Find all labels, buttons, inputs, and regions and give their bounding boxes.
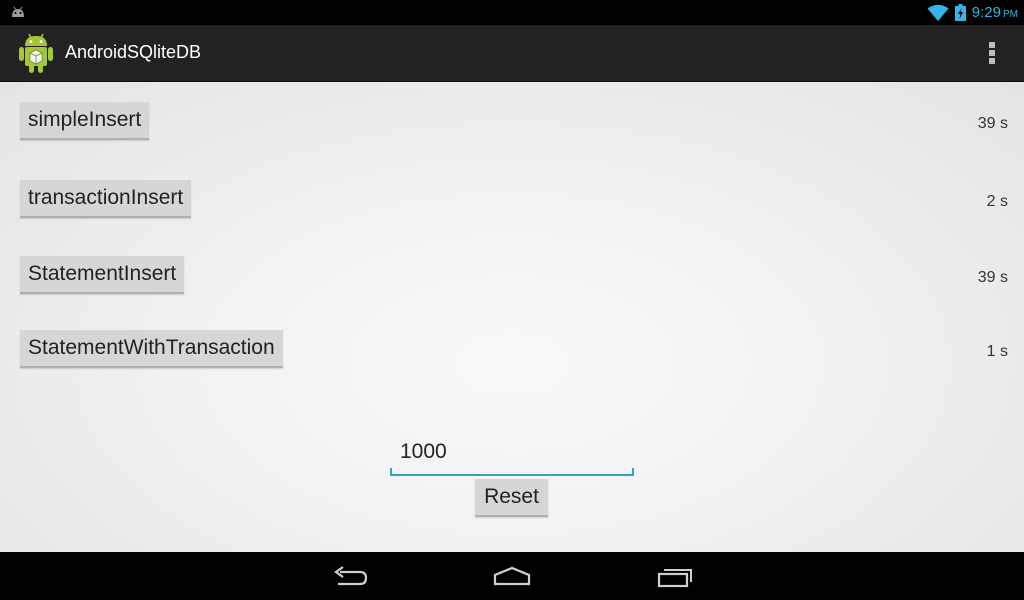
menu-dot bbox=[989, 58, 995, 64]
app-title: AndroidSQliteDB bbox=[65, 42, 202, 62]
android-screen: 9:29 PM AndroidSQliteDB simpleInsert 39 … bbox=[0, 0, 1024, 600]
home-icon[interactable] bbox=[492, 564, 532, 590]
back-icon[interactable] bbox=[330, 564, 370, 590]
statement-insert-time: 39 s bbox=[977, 269, 1008, 286]
reset-button[interactable]: Reset bbox=[475, 479, 548, 517]
overflow-menu-icon[interactable] bbox=[980, 39, 1004, 67]
battery-charging-icon bbox=[954, 4, 966, 21]
statement-with-transaction-button[interactable]: StatementWithTransaction bbox=[20, 330, 283, 368]
clock-time: 9:29 bbox=[971, 4, 1001, 21]
statement-with-transaction-time: 1 s bbox=[986, 343, 1008, 360]
input-underline bbox=[390, 468, 634, 476]
transaction-insert-time: 2 s bbox=[986, 193, 1008, 210]
recent-apps-icon[interactable] bbox=[655, 564, 695, 590]
navigation-bar bbox=[0, 552, 1024, 600]
simple-insert-time: 39 s bbox=[977, 115, 1008, 132]
transaction-insert-button[interactable]: transactionInsert bbox=[20, 180, 192, 218]
menu-dot bbox=[989, 42, 995, 48]
status-bar: 9:29 PM bbox=[0, 0, 1024, 25]
record-count-input[interactable]: 1000 bbox=[390, 434, 634, 470]
status-clock: 9:29 PM bbox=[972, 4, 1018, 21]
wifi-icon bbox=[927, 4, 949, 21]
statement-insert-button[interactable]: StatementInsert bbox=[20, 256, 185, 294]
action-bar: AndroidSQliteDB bbox=[0, 25, 1024, 82]
clock-ampm: PM bbox=[1003, 9, 1018, 20]
android-notification-icon bbox=[12, 6, 24, 17]
menu-dot bbox=[989, 50, 995, 56]
android-app-icon[interactable] bbox=[16, 31, 56, 75]
status-icons: 9:29 PM bbox=[927, 0, 1018, 25]
main-content: simpleInsert 39 s transactionInsert 2 s … bbox=[0, 82, 1024, 552]
simple-insert-button[interactable]: simpleInsert bbox=[20, 102, 150, 140]
